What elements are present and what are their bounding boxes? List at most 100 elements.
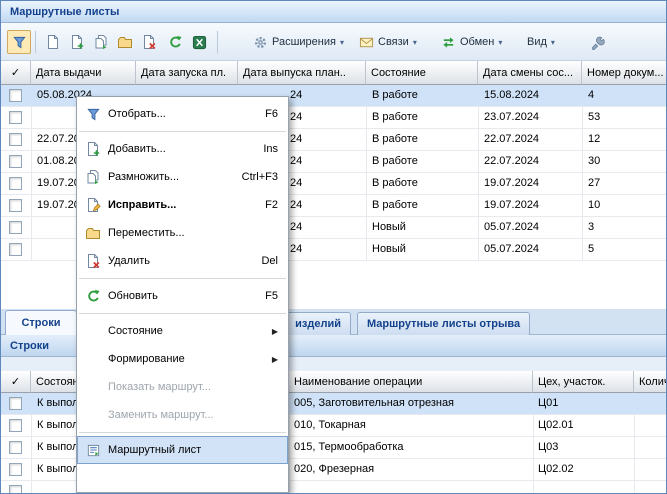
add-document-icon [69,34,85,50]
refresh-icon [168,35,183,50]
column-header-issue-date[interactable]: Дата выдачи [31,61,136,85]
exchange-icon [441,35,456,50]
cell-number: 10 [588,199,600,211]
tab-stroki[interactable]: Строки [5,310,77,335]
cell-number: 27 [588,177,600,189]
menu-separator [79,278,286,279]
row-checkbox[interactable] [9,177,22,190]
routesheets-window: Маршрутные листы Расширен [0,0,667,494]
excel-export-button[interactable] [187,30,211,54]
column-header-quantity[interactable]: Колич... [634,371,666,393]
window-titlebar: Маршрутные листы [1,1,666,23]
column-header-operation[interactable]: Наименование операции [289,371,533,393]
view-menu-button[interactable]: Вид ▾ [521,30,561,54]
chevron-down-icon: ▾ [551,38,555,47]
row-checkbox[interactable] [9,89,22,102]
tab-routesheets-otryva[interactable]: Маршрутные листы отрыва [357,312,530,335]
menu-item-filter[interactable]: Отобрать... F6 [77,100,288,128]
chevron-down-icon: ▾ [413,38,417,47]
column-header-department[interactable]: Цех, участок. [533,371,634,393]
cell-operation: 015, Термообработка [294,441,404,453]
cell-state-change-date: 05.07.2024 [484,243,539,255]
toolbar-separator [35,31,36,53]
menu-item-edit[interactable]: Исправить... F2 [77,191,288,219]
cell-department: Ц02.01 [538,419,574,431]
menu-separator [79,432,286,433]
links-menu-button[interactable]: Связи ▾ [353,30,423,54]
delete-document-icon [141,34,157,50]
wrench-icon [590,35,605,50]
menu-item-move[interactable]: Переместить... [77,219,288,247]
add-document-button[interactable] [65,30,89,54]
exchange-menu-button[interactable]: Обмен ▾ [435,30,508,54]
chevron-down-icon: ▾ [498,38,502,47]
cell-release-plan: 24 [290,221,302,233]
row-checkbox[interactable] [9,221,22,234]
menu-item-replace-route: Заменить маршрут... [77,401,288,429]
column-header-state-change-date[interactable]: Дата смены сос... [478,61,582,85]
new-document-button[interactable] [41,30,65,54]
menu-item-delete[interactable]: Удалить Del [77,247,288,275]
column-header-launch-date[interactable]: Дата запуска пл. [136,61,238,85]
filter-icon [82,107,104,122]
cell-number: 5 [588,243,594,255]
cell-state-change-date: 23.07.2024 [484,111,539,123]
cell-release-plan: 24 [290,199,302,211]
cell-state: В работе [372,177,418,189]
menu-item-duplicate[interactable]: Размножить... Ctrl+F3 [77,163,288,191]
row-checkbox[interactable] [9,111,22,124]
add-document-icon [82,141,104,157]
gear-icon [253,35,268,50]
delete-document-icon [82,253,104,269]
row-checkbox[interactable] [9,485,22,494]
menu-item-state-submenu[interactable]: Состояние ▶ [77,317,288,345]
menu-item-add[interactable]: Добавить... Ins [77,135,288,163]
menu-item-formation-submenu[interactable]: Формирование ▶ [77,345,288,373]
cell-department: Ц02.02 [538,463,574,475]
menu-separator [79,313,286,314]
cell-state: В работе [372,133,418,145]
column-header-state[interactable]: Состояние [366,61,478,85]
context-menu: Отобрать... F6 Добавить... Ins Размножит… [76,96,289,493]
check-icon: ✓ [11,375,20,388]
column-header-check[interactable]: ✓ [1,371,31,393]
cell-state: В работе [372,199,418,211]
duplicate-document-button[interactable] [89,30,113,54]
row-checkbox[interactable] [9,463,22,476]
duplicate-document-icon [82,169,104,185]
cell-state: В работе [372,111,418,123]
column-header-check[interactable]: ✓ [1,61,31,85]
refresh-button[interactable] [163,30,187,54]
move-button[interactable] [113,30,137,54]
row-checkbox[interactable] [9,397,22,410]
row-checkbox[interactable] [9,419,22,432]
column-header-number[interactable]: Номер докум... [582,61,666,85]
menu-item-route-sheet[interactable]: Маршрутный лист [77,436,288,464]
menu-item-show-route: Показать маршрут... [77,373,288,401]
cell-number: 30 [588,155,600,167]
menu-item-refresh[interactable]: Обновить F5 [77,282,288,310]
duplicate-document-icon [93,34,109,50]
row-checkbox[interactable] [9,155,22,168]
row-checkbox[interactable] [9,243,22,256]
filter-button[interactable] [7,30,31,54]
cell-release-plan: 24 [290,243,302,255]
cell-department: Ц01 [538,397,558,409]
submenu-arrow-icon: ▶ [272,327,278,336]
cell-state: В работе [372,155,418,167]
settings-wrench-button[interactable] [585,30,609,54]
route-sheet-icon [82,443,104,458]
cell-state-change-date: 05.07.2024 [484,221,539,233]
cell-operation: 010, Токарная [294,419,366,431]
delete-document-button[interactable] [137,30,161,54]
row-checkbox[interactable] [9,133,22,146]
cell-state-change-date: 22.07.2024 [484,133,539,145]
row-checkbox[interactable] [9,199,22,212]
cell-release-plan: 24 [290,155,302,167]
extensions-menu-button[interactable]: Расширения ▾ [247,30,350,54]
folder-icon [117,34,133,50]
row-checkbox[interactable] [9,441,22,454]
submenu-arrow-icon: ▶ [272,355,278,364]
main-toolbar: Расширения ▾ Связи ▾ Обмен ▾ Вид ▾ [1,23,666,61]
column-header-release-date[interactable]: Дата выпуска план.. [238,61,366,85]
